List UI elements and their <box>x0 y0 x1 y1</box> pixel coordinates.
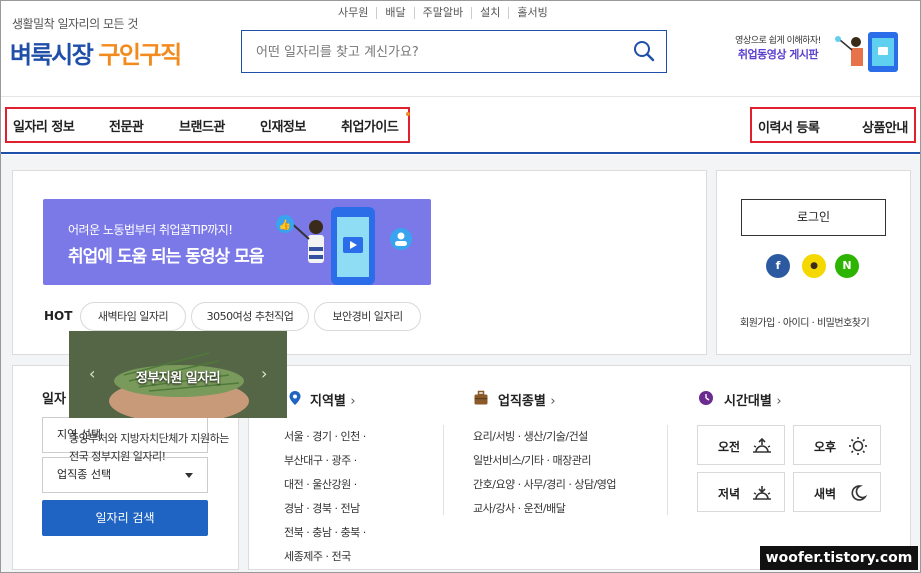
time-slot-dawn[interactable]: 새벽 <box>793 472 881 512</box>
top-link-4[interactable]: 홀서빙 <box>508 7 555 19</box>
time-slot-label: 저녁 <box>718 487 741 501</box>
chevron-right-icon: › <box>350 394 356 409</box>
industry-line-0[interactable]: 요리/서빙 · 생산/기술/건설 <box>473 428 588 444</box>
promo-line1: 영상으로 쉽게 이해하자! <box>735 36 821 46</box>
nav-right-group: 이력서 등록 상품안내 <box>750 107 916 143</box>
region-line-2[interactable]: 대전 · 울산강원 · <box>284 476 357 492</box>
banner-line2: 취업에 도움 되는 동영상 모음 <box>68 247 264 267</box>
hot-label: HOT <box>44 309 73 323</box>
nav-item-talent[interactable]: 인재정보 <box>260 116 306 135</box>
kakao-icon[interactable]: ● <box>802 254 826 278</box>
sunrise-icon <box>753 437 771 453</box>
location-pin-icon <box>289 391 301 405</box>
time-slot-morning[interactable]: 오전 <box>697 425 785 465</box>
region-title-text: 지역별 <box>310 394 346 409</box>
gov-desc-line1: 중앙부처와 지방자치단체가 지원하는 <box>69 432 229 445</box>
job-search-button[interactable]: 일자리 검색 <box>42 500 208 536</box>
nav-item-brand[interactable]: 브랜드관 <box>179 116 225 135</box>
top-links: 사무원 배달 주말알바 설치 홀서빙 <box>330 7 556 19</box>
time-slot-label: 오전 <box>718 440 741 454</box>
hot-chip-security[interactable]: 보안경비 일자리 <box>314 302 421 331</box>
region-line-4[interactable]: 전북 · 충남 · 충북 · <box>284 524 366 540</box>
site-header: 생활밀착 일자리의 모든 것 벼룩시장 구인구직 사무원 배달 주말알바 설치 홀… <box>0 0 921 97</box>
gov-popup-title: 정부지원 일자리 <box>135 371 221 386</box>
time-slot-label: 오후 <box>814 440 837 454</box>
gov-popup-desc: 중앙부처와 지방자치단체가 지원하는 전국 정부지원 일자리! <box>69 430 229 466</box>
time-slot-afternoon[interactable]: 오후 <box>793 425 881 465</box>
industry-title[interactable]: 업직종별 › <box>498 390 556 409</box>
promo-line2: 취업동영상 게시판 <box>737 48 819 61</box>
hot-chip-dawn[interactable]: 새벽타임 일자리 <box>80 302 186 331</box>
top-link-1[interactable]: 배달 <box>376 7 413 19</box>
briefcase-icon <box>474 390 488 405</box>
top-link-0[interactable]: 사무원 <box>330 7 376 19</box>
gov-jobs-popup[interactable]: ‹ › 정부지원 일자리 <box>69 331 287 418</box>
tagline: 생활밀착 일자리의 모든 것 <box>12 17 138 31</box>
region-title[interactable]: 지역별 › <box>310 390 356 409</box>
time-slot-evening[interactable]: 저녁 <box>697 472 785 512</box>
naver-icon[interactable]: N <box>835 254 859 278</box>
time-slot-label: 새벽 <box>814 487 837 501</box>
banner-line1: 어려운 노동법부터 취업꿀TIP까지! <box>68 223 233 237</box>
logo-sub: 구인구직 <box>98 41 182 69</box>
industry-line-1[interactable]: 일반서비스/기타 · 매장관리 <box>473 452 592 468</box>
chevron-right-icon: › <box>550 394 556 409</box>
video-board-promo[interactable]: 영상으로 쉽게 이해하자! 취업동영상 게시판 <box>730 34 826 62</box>
nav-left-group: 일자리 정보 전문관 브랜드관 인재정보 취업가이드 <box>5 107 410 143</box>
region-line-0[interactable]: 서울 · 경기 · 인천 · <box>284 428 366 444</box>
region-line-3[interactable]: 경남 · 경북 · 전남 <box>284 500 360 516</box>
region-line-5[interactable]: 세종제주 · 전국 <box>284 548 351 564</box>
hot-chip-women[interactable]: 3050여성 추천직업 <box>191 302 309 331</box>
region-line-1[interactable]: 부산대구 · 광주 · <box>284 452 357 468</box>
chevron-right-icon: › <box>776 394 782 409</box>
promo-illustration-icon <box>835 32 898 72</box>
nav-item-guide[interactable]: 취업가이드 <box>341 116 399 135</box>
logo-main: 벼룩시장 <box>10 41 94 69</box>
clock-icon <box>699 391 713 405</box>
sunset-icon <box>753 486 771 500</box>
main-nav: 일자리 정보 전문관 브랜드관 인재정보 취업가이드 이력서 등록 상품안내 <box>0 97 921 154</box>
divider <box>667 425 668 515</box>
nav-item-resume[interactable]: 이력서 등록 <box>758 117 820 136</box>
new-dot-icon <box>406 112 410 116</box>
time-title[interactable]: 시간대별 › <box>724 390 782 409</box>
job-search-title: 일자 <box>42 392 66 407</box>
industry-title-text: 업직종별 <box>498 394 546 409</box>
video-banner[interactable]: 어려운 노동법부터 취업꿀TIP까지! 취업에 도움 되는 동영상 모음 👍 <box>43 199 431 285</box>
login-button[interactable]: 로그인 <box>741 199 886 236</box>
nav-item-jobs[interactable]: 일자리 정보 <box>13 116 75 135</box>
site-logo[interactable]: 벼룩시장 구인구직 <box>10 35 182 70</box>
top-link-2[interactable]: 주말알바 <box>413 7 471 19</box>
search-box <box>241 30 667 73</box>
time-title-text: 시간대별 <box>724 394 772 409</box>
facebook-icon[interactable]: f <box>766 254 790 278</box>
account-links[interactable]: 회원가입 · 아이디 · 비밀번호찾기 <box>740 314 870 329</box>
watermark: woofer.tistory.com <box>760 546 918 570</box>
search-icon[interactable] <box>632 39 656 63</box>
industry-line-2[interactable]: 간호/요양 · 사무/경리 · 상담/영업 <box>473 476 617 492</box>
search-input[interactable] <box>256 41 616 63</box>
gov-desc-line2: 전국 정부지원 일자리! <box>69 450 166 463</box>
banner-illustration-icon: 👍 <box>276 207 412 285</box>
divider <box>443 425 444 515</box>
svg-text:👍: 👍 <box>279 218 291 231</box>
industry-line-3[interactable]: 교사/강사 · 운전/배달 <box>473 500 566 516</box>
nav-item-specialty[interactable]: 전문관 <box>109 116 144 135</box>
industry-select-value: 업직종 선택 <box>57 468 112 481</box>
nav-item-products[interactable]: 상품안내 <box>862 117 908 136</box>
chevron-down-icon <box>185 473 193 478</box>
moon-icon <box>851 485 868 501</box>
top-link-3[interactable]: 설치 <box>471 7 508 19</box>
sun-icon <box>849 437 867 455</box>
